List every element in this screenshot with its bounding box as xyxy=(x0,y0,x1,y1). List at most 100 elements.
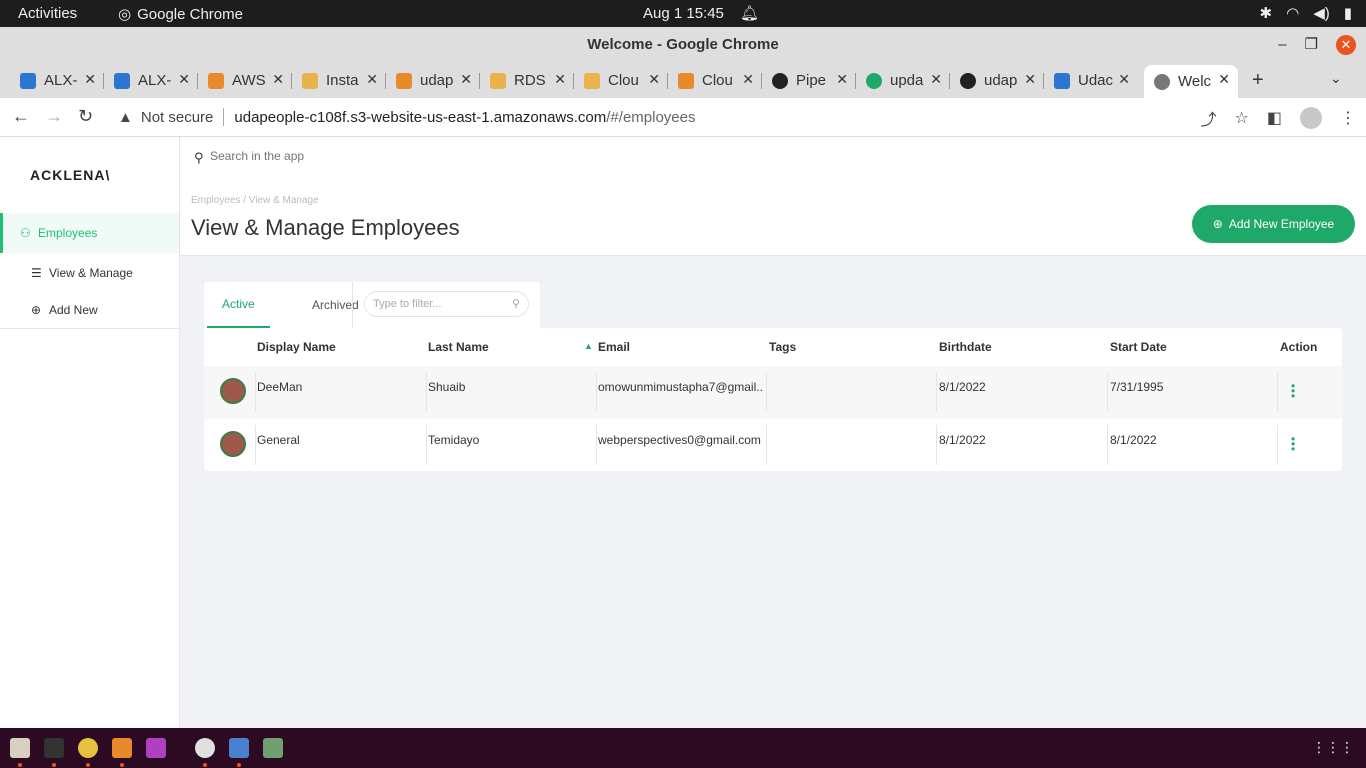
tab-label: Pipe xyxy=(796,72,827,89)
sublime-text-icon[interactable] xyxy=(112,738,132,758)
browser-tab[interactable]: ALX- ✕ xyxy=(10,65,104,96)
cell-email: webperspectives0@gmail.com xyxy=(598,433,761,447)
cell-start-date: 7/31/1995 xyxy=(1110,380,1164,394)
plus-circle-icon: ⊕ xyxy=(1212,217,1223,231)
warning-icon: ▲ xyxy=(118,108,133,126)
browser-tab[interactable]: udap ✕ xyxy=(386,65,480,96)
column-header[interactable]: Last Name xyxy=(428,340,489,354)
bookmark-star-icon[interactable]: ☆ xyxy=(1235,108,1249,128)
tab-archived[interactable]: Archived xyxy=(297,282,374,328)
close-tab-icon[interactable]: ✕ xyxy=(272,71,284,88)
browser-tab[interactable]: Clou ✕ xyxy=(668,65,762,96)
table-row[interactable]: DeeMan Shuaib omowunmimustapha7@gmail...… xyxy=(204,366,1342,419)
tab-favicon-icon xyxy=(114,72,130,89)
cell-last-name: Temidayo xyxy=(428,433,480,447)
browser-tab[interactable]: Insta ✕ xyxy=(292,65,386,96)
close-tab-icon[interactable]: ✕ xyxy=(178,71,190,88)
slack-tray-icon[interactable]: ✱ xyxy=(1260,4,1273,22)
main-content: ⚲ Employees / View & Manage View & Manag… xyxy=(180,137,1366,728)
slack-icon[interactable] xyxy=(195,738,215,758)
sidebar-item-employees[interactable]: ⚇ Employees xyxy=(0,213,179,253)
show-apps-icon[interactable]: ⋮⋮⋮ xyxy=(1312,739,1354,756)
chrome-taskbar-icon[interactable] xyxy=(78,738,98,758)
close-window-icon[interactable]: ✕ xyxy=(1336,35,1356,55)
filter-input[interactable]: Type to filter... ⚲ xyxy=(364,291,529,317)
sort-ascending-icon[interactable]: ▲ xyxy=(584,341,593,351)
tab-search-icon[interactable]: ⌄ xyxy=(1330,70,1342,87)
reload-icon[interactable]: ↻ xyxy=(78,106,93,127)
close-tab-icon[interactable]: ✕ xyxy=(1218,71,1230,88)
browser-tab[interactable]: RDS ✕ xyxy=(480,65,574,96)
sidebar-item-view-manage[interactable]: ☰ View & Manage xyxy=(0,253,179,293)
close-tab-icon[interactable]: ✕ xyxy=(742,71,754,88)
row-actions-icon[interactable]: • • • xyxy=(1291,433,1295,455)
tab-label: ALX- xyxy=(44,72,78,89)
system-tray[interactable]: ✱ ◠ ◀) ▮ xyxy=(1260,4,1352,22)
cell-birthdate: 8/1/2022 xyxy=(939,433,986,447)
close-tab-icon[interactable]: ✕ xyxy=(1024,71,1036,88)
window-controls: – ❐ ✕ xyxy=(1278,27,1356,63)
close-tab-icon[interactable]: ✕ xyxy=(930,71,942,88)
cell-start-date: 8/1/2022 xyxy=(1110,433,1157,447)
cell-birthdate: 8/1/2022 xyxy=(939,380,986,394)
column-header[interactable]: Birthdate xyxy=(939,340,992,354)
minimize-icon[interactable]: – xyxy=(1278,27,1286,63)
column-header[interactable]: Email xyxy=(598,340,630,354)
text-editor-icon[interactable] xyxy=(229,738,249,758)
side-panel-icon[interactable]: ◧ xyxy=(1267,108,1282,128)
url-host: udapeople-c108f.s3-website-us-east-1.ama… xyxy=(234,108,607,126)
maximize-icon[interactable]: ❐ xyxy=(1305,27,1318,63)
browser-tab[interactable]: Clou ✕ xyxy=(574,65,668,96)
close-tab-icon[interactable]: ✕ xyxy=(84,71,96,88)
sidebar-item-add-new[interactable]: ⊕ Add New xyxy=(0,290,179,330)
sidebar-item-label: View & Manage xyxy=(49,266,133,280)
url-field[interactable]: ▲ Not secure udapeople-c108f.s3-website-… xyxy=(108,102,1263,132)
menu-icon[interactable]: ⋮ xyxy=(1340,108,1356,128)
browser-tab-active[interactable]: Welc ✕ xyxy=(1144,65,1238,98)
tab-label: ALX- xyxy=(138,72,172,89)
activities-button[interactable]: Activities xyxy=(18,5,77,22)
browser-tab[interactable]: upda ✕ xyxy=(856,65,950,96)
avatar xyxy=(220,431,246,457)
browser-tab[interactable]: Udac ✕ xyxy=(1044,65,1138,96)
close-tab-icon[interactable]: ✕ xyxy=(836,71,848,88)
new-tab-icon[interactable]: + xyxy=(1252,69,1264,92)
sidebar-divider xyxy=(0,328,179,329)
close-tab-icon[interactable]: ✕ xyxy=(366,71,378,88)
tab-favicon-icon xyxy=(584,72,600,89)
table-row[interactable]: General Temidayo webperspectives0@gmail.… xyxy=(204,419,1342,472)
add-new-employee-button[interactable]: ⊕ Add New Employee xyxy=(1192,205,1355,243)
video-icon[interactable] xyxy=(146,738,166,758)
back-icon[interactable]: ← xyxy=(12,106,30,127)
chrome-icon: ◎ xyxy=(118,6,132,23)
terminal-icon[interactable] xyxy=(44,738,64,758)
forward-icon[interactable]: → xyxy=(45,106,63,127)
column-header[interactable]: Start Date xyxy=(1110,340,1167,354)
app-search-input[interactable] xyxy=(210,149,1110,163)
browser-tab[interactable]: udap ✕ xyxy=(950,65,1044,96)
tab-active[interactable]: Active xyxy=(207,282,270,328)
row-actions-icon[interactable]: • • • xyxy=(1291,380,1295,402)
clock[interactable]: Aug 1 15:45 xyxy=(643,5,724,22)
browser-tab[interactable]: AWS ✕ xyxy=(198,65,292,96)
column-header[interactable]: Display Name xyxy=(257,340,336,354)
profile-icon[interactable] xyxy=(1300,107,1322,129)
share-icon[interactable]: ⤴ xyxy=(1201,106,1217,130)
filter-placeholder: Type to filter... xyxy=(373,298,442,310)
sidebar-item-label: Add New xyxy=(49,303,98,317)
tab-favicon-icon xyxy=(1154,73,1170,90)
close-tab-icon[interactable]: ✕ xyxy=(648,71,660,88)
close-tab-icon[interactable]: ✕ xyxy=(460,71,472,88)
close-tab-icon[interactable]: ✕ xyxy=(1118,71,1130,88)
browser-tab[interactable]: ALX- ✕ xyxy=(104,65,198,96)
employees-table: Display Name Last Name ▲ Email Tags Birt… xyxy=(204,328,1342,471)
column-header[interactable]: Tags xyxy=(769,340,796,354)
tab-label: AWS xyxy=(232,72,266,89)
trash-icon[interactable] xyxy=(263,738,283,758)
app-menu[interactable]: ◎ Google Chrome xyxy=(118,5,243,24)
close-tab-icon[interactable]: ✕ xyxy=(554,71,566,88)
browser-tab[interactable]: Pipe ✕ xyxy=(762,65,856,96)
files-icon[interactable] xyxy=(10,738,30,758)
tab-favicon-icon xyxy=(866,72,882,89)
tab-favicon-icon xyxy=(772,72,788,89)
